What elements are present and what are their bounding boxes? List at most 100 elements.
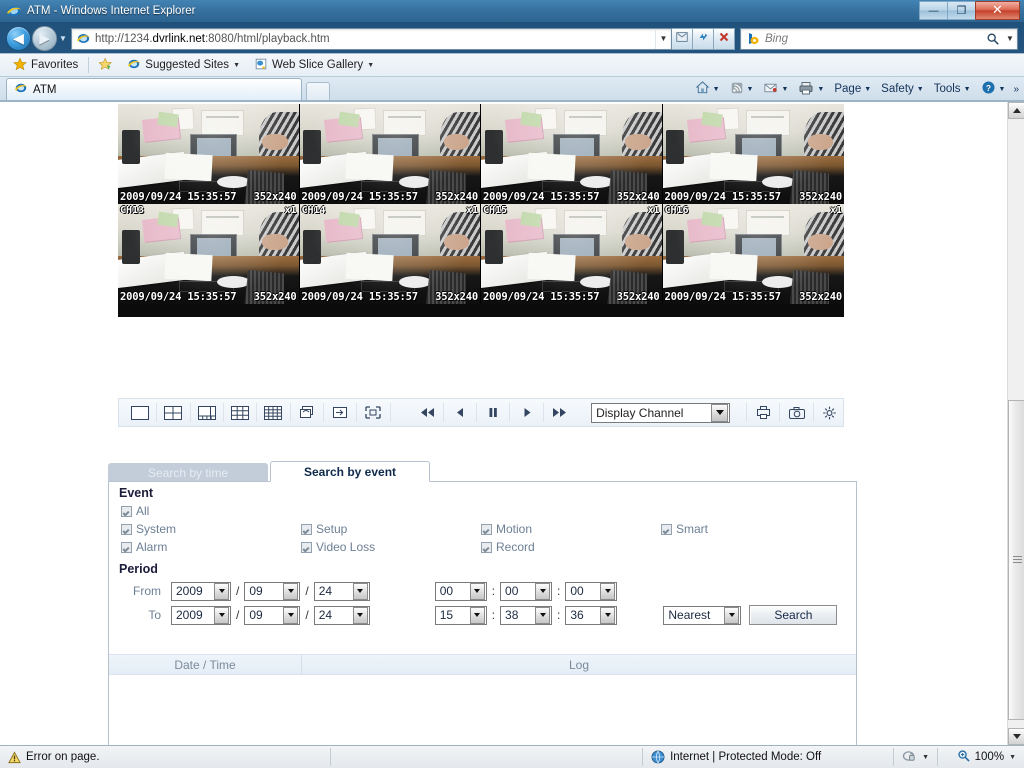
chevron-down-icon[interactable] (600, 582, 616, 600)
print-button[interactable] (752, 402, 774, 423)
from-month-select[interactable]: 09 (244, 581, 301, 601)
video-cell[interactable]: 2009/09/24 15:35:57 352x240 (662, 104, 844, 204)
stop-button[interactable] (714, 27, 735, 50)
checkbox-setup[interactable]: Setup (301, 522, 481, 536)
video-cell[interactable]: 2009/09/24 15:35:57 352x240 (481, 104, 663, 204)
checkbox-icon[interactable] (121, 505, 132, 517)
command-bar-overflow-button[interactable]: » (1010, 84, 1022, 95)
checkbox-video-loss[interactable]: Video Loss (301, 540, 481, 554)
layout-6-button[interactable] (196, 402, 218, 423)
scroll-down-button[interactable] (1008, 728, 1024, 745)
layout-9-button[interactable] (229, 402, 251, 423)
chevron-down-icon[interactable] (600, 606, 616, 624)
chevron-down-icon[interactable] (469, 606, 485, 624)
display-channel-select[interactable]: Display Channel (591, 402, 731, 423)
chevron-down-icon[interactable] (535, 606, 551, 624)
feeds-button[interactable]: ▼ (725, 79, 759, 99)
status-error-cell[interactable]: Error on page. (0, 746, 330, 768)
chevron-down-icon[interactable] (535, 582, 551, 600)
layout-1-button[interactable] (129, 402, 151, 423)
next-group-button[interactable] (329, 402, 351, 423)
search-mode-select[interactable]: Nearest (663, 605, 742, 625)
add-to-favorites-bar-button[interactable] (92, 55, 120, 75)
checkbox-icon[interactable] (301, 523, 312, 535)
web-slice-gallery-button[interactable]: Web Slice Gallery ▼ (247, 55, 381, 75)
chevron-down-icon[interactable] (283, 606, 299, 624)
chevron-down-icon[interactable] (711, 403, 729, 422)
address-bar[interactable]: http://1234.dvrlink.net:8080/html/playba… (71, 27, 672, 50)
forward-button[interactable]: ▶ (32, 26, 57, 51)
minimize-button[interactable]: — (919, 1, 948, 20)
video-cell-ch13[interactable]: CH13 x1 2009/09/24 15:35:57 352x240 (118, 204, 300, 304)
refresh-button[interactable] (693, 27, 714, 50)
to-second-select[interactable]: 36 (565, 605, 618, 625)
tab-search-by-time[interactable]: Search by time (108, 463, 268, 482)
layout-4-button[interactable] (162, 402, 184, 423)
rewind-button[interactable] (416, 402, 438, 423)
chevron-down-icon[interactable] (352, 606, 368, 624)
video-cell[interactable]: 2009/09/24 15:35:57 352x240 (299, 104, 481, 204)
recent-pages-button[interactable]: ▼ (57, 26, 69, 51)
layout-16-button[interactable] (262, 402, 284, 423)
tab-search-by-event[interactable]: Search by event (270, 461, 430, 482)
to-hour-select[interactable]: 15 (434, 605, 487, 625)
browser-tab-atm[interactable]: ATM (6, 78, 302, 100)
page-scrollbar-vertical[interactable] (1007, 102, 1024, 745)
step-back-button[interactable] (449, 402, 471, 423)
close-button[interactable]: ✕ (975, 1, 1020, 20)
to-minute-select[interactable]: 38 (500, 605, 553, 625)
status-zoom-cell[interactable]: 100% ▼ (938, 746, 1024, 768)
settings-button[interactable] (819, 402, 841, 423)
checkbox-all[interactable]: All (121, 504, 301, 518)
safety-menu-button[interactable]: Safety ▼ (876, 79, 929, 99)
help-button[interactable]: ? ▼ (976, 79, 1011, 99)
new-tab-button[interactable] (306, 82, 330, 100)
scrollbar-thumb[interactable] (1008, 400, 1024, 720)
chevron-down-icon[interactable] (214, 582, 229, 600)
mail-button[interactable]: ▼ (758, 79, 793, 99)
status-privacy-cell[interactable]: ▼ (894, 746, 937, 768)
video-cell-ch15[interactable]: CH15 x1 2009/09/24 15:35:57 352x240 (481, 204, 663, 304)
from-hour-select[interactable]: 00 (434, 581, 487, 601)
to-year-select[interactable]: 2009 (171, 605, 231, 625)
snapshot-button[interactable] (785, 402, 807, 423)
pause-button[interactable] (482, 402, 504, 423)
search-box[interactable]: Bing ▼ (740, 27, 1018, 50)
compatibility-view-button[interactable] (672, 27, 693, 50)
checkbox-record[interactable]: Record (481, 540, 661, 554)
video-cell-ch14[interactable]: CH14 x1 2009/09/24 15:35:57 352x240 (299, 204, 481, 304)
print-button[interactable]: ▼ (793, 79, 829, 99)
chevron-down-icon[interactable] (724, 606, 740, 624)
chevron-down-icon[interactable] (283, 582, 299, 600)
back-button[interactable]: ◀ (6, 26, 31, 51)
checkbox-icon[interactable] (301, 541, 312, 553)
page-menu-button[interactable]: Page ▼ (829, 79, 876, 99)
checkbox-system[interactable]: System (121, 522, 301, 536)
scroll-up-button[interactable] (1008, 102, 1024, 119)
from-minute-select[interactable]: 00 (500, 581, 553, 601)
to-day-select[interactable]: 24 (313, 605, 370, 625)
search-provider-dropdown[interactable]: ▼ (1003, 29, 1017, 49)
checkbox-motion[interactable]: Motion (481, 522, 661, 536)
checkbox-smart[interactable]: Smart (661, 522, 708, 536)
chevron-down-icon[interactable] (352, 582, 368, 600)
video-cell-ch16[interactable]: CH16 x1 2009/09/24 15:35:57 352x240 (662, 204, 844, 304)
log-table-body[interactable] (109, 675, 856, 745)
home-button[interactable]: ▼ (690, 79, 725, 99)
checkbox-icon[interactable] (481, 523, 492, 535)
checkbox-icon[interactable] (481, 541, 492, 553)
from-year-select[interactable]: 2009 (171, 581, 231, 601)
chevron-down-icon[interactable] (469, 582, 485, 600)
fast-forward-button[interactable] (549, 402, 571, 423)
address-dropdown-button[interactable]: ▼ (655, 28, 671, 49)
from-second-select[interactable]: 00 (565, 581, 618, 601)
chevron-down-icon[interactable] (214, 606, 229, 624)
tools-menu-button[interactable]: Tools ▼ (929, 79, 976, 99)
play-button[interactable] (515, 402, 537, 423)
checkbox-icon[interactable] (121, 541, 132, 553)
suggested-sites-button[interactable]: Suggested Sites ▼ (120, 55, 247, 75)
checkbox-alarm[interactable]: Alarm (121, 540, 301, 554)
status-zone-cell[interactable]: Internet | Protected Mode: Off (643, 746, 893, 768)
search-button[interactable]: Search (749, 605, 838, 625)
video-cell[interactable]: 2009/09/24 15:35:57 352x240 (118, 104, 300, 204)
